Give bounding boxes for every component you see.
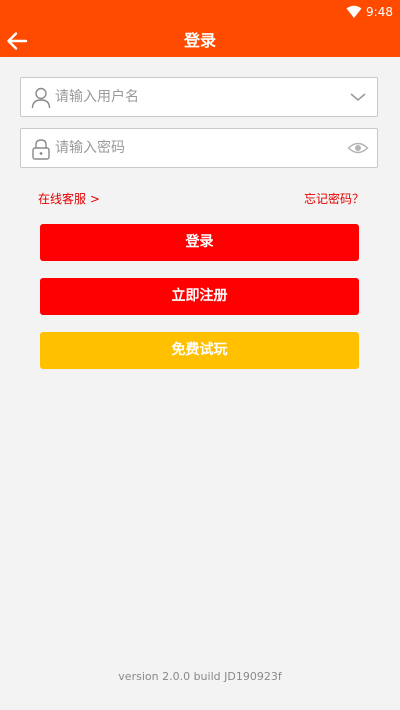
lock-icon: [31, 138, 51, 160]
user-icon: [31, 87, 51, 109]
online-service-link[interactable]: 在线客服 >: [38, 191, 100, 207]
password-input[interactable]: [55, 129, 335, 167]
password-field[interactable]: [20, 128, 378, 168]
register-button[interactable]: 立即注册: [40, 278, 359, 315]
chevron-down-icon[interactable]: [347, 88, 369, 106]
username-input[interactable]: [55, 78, 335, 116]
version-text: version 2.0.0 build JD190923f: [118, 670, 282, 683]
page-title: 登录: [183, 31, 216, 50]
login-button[interactable]: 登录: [40, 224, 359, 261]
status-time: 9:48: [366, 5, 393, 19]
eye-icon[interactable]: [347, 139, 369, 157]
forgot-password-link[interactable]: 忘记密码？: [304, 191, 364, 207]
wifi-icon: [346, 4, 362, 23]
app-bar: 登录: [0, 24, 400, 57]
free-trial-button[interactable]: 免费试玩: [40, 332, 359, 369]
status-bar: 9:48: [0, 0, 400, 24]
username-field[interactable]: [20, 77, 378, 117]
